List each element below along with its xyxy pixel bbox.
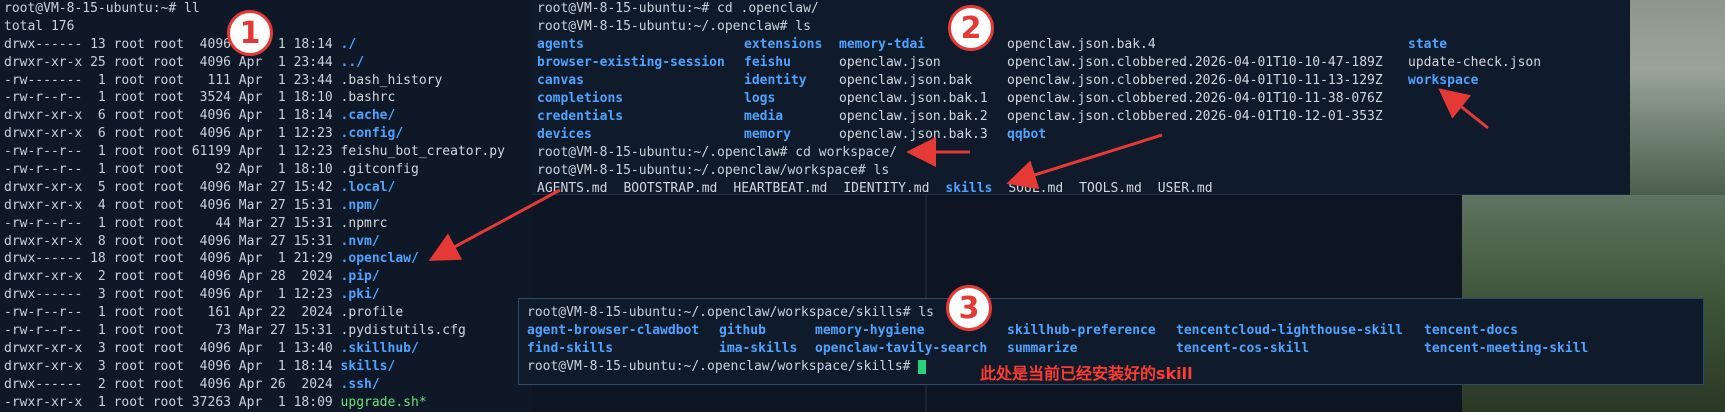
arrow-to-skills bbox=[1006, 133, 1163, 190]
arrow-to-openclaw bbox=[428, 188, 561, 261]
annotation-arrows bbox=[428, 88, 1489, 261]
annotation-badge-1: 1 bbox=[227, 10, 273, 56]
annotation-note: 此处是当前已经安装好的skill bbox=[980, 364, 1193, 383]
arrow-to-workspace-dir bbox=[1438, 88, 1489, 130]
annotation-badge-2: 2 bbox=[948, 5, 994, 51]
annotation-badge-3: 3 bbox=[946, 285, 992, 331]
